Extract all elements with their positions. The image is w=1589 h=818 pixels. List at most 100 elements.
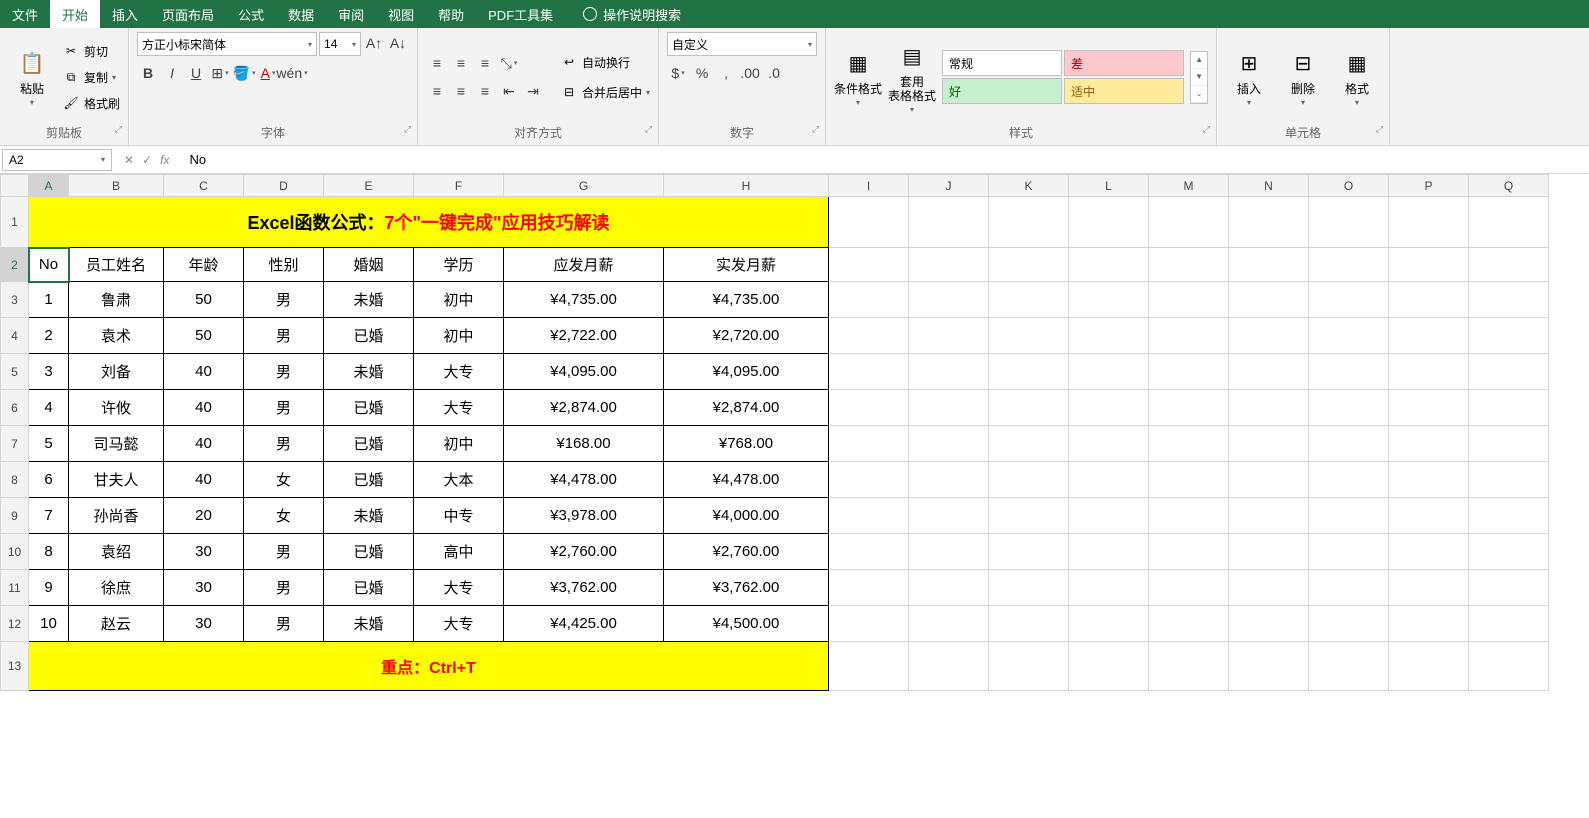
- cell-J7[interactable]: [909, 426, 989, 462]
- table-cell-r2-c3[interactable]: 男: [244, 318, 324, 354]
- table-cell-r1-c1[interactable]: 鲁肃: [69, 282, 164, 318]
- cell-K9[interactable]: [989, 498, 1069, 534]
- cell-O7[interactable]: [1309, 426, 1389, 462]
- table-header-4[interactable]: 婚姻: [324, 248, 414, 282]
- table-header-1[interactable]: 员工姓名: [69, 248, 164, 282]
- row-header-6[interactable]: 6: [1, 390, 29, 426]
- percent-format-icon[interactable]: %: [691, 62, 713, 84]
- style-good[interactable]: 好: [942, 78, 1062, 104]
- cell-N7[interactable]: [1229, 426, 1309, 462]
- table-cell-r3-c6[interactable]: ¥4,095.00: [504, 354, 664, 390]
- cell-N12[interactable]: [1229, 606, 1309, 642]
- table-cell-r8-c3[interactable]: 男: [244, 534, 324, 570]
- align-left-icon[interactable]: ≡: [426, 80, 448, 102]
- cell-P1[interactable]: [1389, 197, 1469, 248]
- table-cell-r5-c6[interactable]: ¥168.00: [504, 426, 664, 462]
- cell-I2[interactable]: [829, 248, 909, 282]
- cell-J13[interactable]: [909, 642, 989, 691]
- cell-L2[interactable]: [1069, 248, 1149, 282]
- table-cell-r8-c1[interactable]: 袁绍: [69, 534, 164, 570]
- table-cell-r5-c0[interactable]: 5: [29, 426, 69, 462]
- fx-icon[interactable]: fx: [160, 153, 169, 167]
- table-cell-r1-c5[interactable]: 初中: [414, 282, 504, 318]
- cell-O10[interactable]: [1309, 534, 1389, 570]
- cell-L4[interactable]: [1069, 318, 1149, 354]
- table-cell-r1-c0[interactable]: 1: [29, 282, 69, 318]
- cell-M7[interactable]: [1149, 426, 1229, 462]
- cell-L12[interactable]: [1069, 606, 1149, 642]
- table-cell-r7-c6[interactable]: ¥3,978.00: [504, 498, 664, 534]
- cell-Q11[interactable]: [1469, 570, 1549, 606]
- table-header-3[interactable]: 性别: [244, 248, 324, 282]
- row-header-7[interactable]: 7: [1, 426, 29, 462]
- cell-L9[interactable]: [1069, 498, 1149, 534]
- cell-O2[interactable]: [1309, 248, 1389, 282]
- cell-P2[interactable]: [1389, 248, 1469, 282]
- table-cell-r7-c7[interactable]: ¥4,000.00: [664, 498, 829, 534]
- cell-P12[interactable]: [1389, 606, 1469, 642]
- format-painter-button[interactable]: 🖌格式刷: [62, 91, 120, 115]
- phonetic-guide-button[interactable]: wén: [281, 62, 303, 84]
- cell-K13[interactable]: [989, 642, 1069, 691]
- menu-tab-layout[interactable]: 页面布局: [150, 0, 226, 28]
- cell-K5[interactable]: [989, 354, 1069, 390]
- align-bottom-icon[interactable]: ≡: [474, 52, 496, 74]
- cut-button[interactable]: ✂剪切: [62, 39, 120, 63]
- table-cell-r9-c0[interactable]: 9: [29, 570, 69, 606]
- align-center-icon[interactable]: ≡: [450, 80, 472, 102]
- cell-M9[interactable]: [1149, 498, 1229, 534]
- col-header-L[interactable]: L: [1069, 175, 1149, 197]
- cell-O1[interactable]: [1309, 197, 1389, 248]
- cell-M4[interactable]: [1149, 318, 1229, 354]
- menu-tab-home[interactable]: 开始: [50, 0, 100, 28]
- col-header-N[interactable]: N: [1229, 175, 1309, 197]
- table-cell-r2-c2[interactable]: 50: [164, 318, 244, 354]
- table-cell-r6-c4[interactable]: 已婚: [324, 462, 414, 498]
- cell-N2[interactable]: [1229, 248, 1309, 282]
- menu-tab-review[interactable]: 审阅: [326, 0, 376, 28]
- cell-P13[interactable]: [1389, 642, 1469, 691]
- cell-O11[interactable]: [1309, 570, 1389, 606]
- paste-button[interactable]: 📋 粘贴 ▾: [8, 37, 56, 117]
- table-cell-r5-c4[interactable]: 已婚: [324, 426, 414, 462]
- cell-K6[interactable]: [989, 390, 1069, 426]
- style-scroll-down[interactable]: ▼: [1191, 69, 1207, 86]
- cell-Q2[interactable]: [1469, 248, 1549, 282]
- cell-N1[interactable]: [1229, 197, 1309, 248]
- table-cell-r3-c0[interactable]: 3: [29, 354, 69, 390]
- increase-font-icon[interactable]: A↑: [363, 32, 385, 54]
- row-header-1[interactable]: 1: [1, 197, 29, 248]
- wrap-text-button[interactable]: ↩自动换行: [560, 50, 650, 74]
- table-cell-r4-c0[interactable]: 4: [29, 390, 69, 426]
- col-header-C[interactable]: C: [164, 175, 244, 197]
- menu-tab-help[interactable]: 帮助: [426, 0, 476, 28]
- underline-button[interactable]: U: [185, 62, 207, 84]
- cell-N6[interactable]: [1229, 390, 1309, 426]
- cell-J10[interactable]: [909, 534, 989, 570]
- row-header-13[interactable]: 13: [1, 642, 29, 691]
- row-header-3[interactable]: 3: [1, 282, 29, 318]
- col-header-A[interactable]: A: [29, 175, 69, 197]
- cell-I8[interactable]: [829, 462, 909, 498]
- cell-M2[interactable]: [1149, 248, 1229, 282]
- cell-L6[interactable]: [1069, 390, 1149, 426]
- cell-L7[interactable]: [1069, 426, 1149, 462]
- table-cell-r4-c3[interactable]: 男: [244, 390, 324, 426]
- cell-P8[interactable]: [1389, 462, 1469, 498]
- copy-button[interactable]: ⧉复制▾: [62, 65, 120, 89]
- cell-K10[interactable]: [989, 534, 1069, 570]
- table-cell-r2-c4[interactable]: 已婚: [324, 318, 414, 354]
- cell-J3[interactable]: [909, 282, 989, 318]
- font-name-select[interactable]: 方正小标宋简体▾: [137, 32, 317, 56]
- cell-P10[interactable]: [1389, 534, 1469, 570]
- table-cell-r9-c4[interactable]: 已婚: [324, 570, 414, 606]
- table-cell-r7-c4[interactable]: 未婚: [324, 498, 414, 534]
- table-cell-r5-c5[interactable]: 初中: [414, 426, 504, 462]
- table-cell-r4-c2[interactable]: 40: [164, 390, 244, 426]
- table-cell-r1-c3[interactable]: 男: [244, 282, 324, 318]
- cell-Q12[interactable]: [1469, 606, 1549, 642]
- table-title[interactable]: Excel函数公式：7个"一键完成"应用技巧解读: [29, 197, 829, 248]
- cell-L10[interactable]: [1069, 534, 1149, 570]
- cell-I9[interactable]: [829, 498, 909, 534]
- table-cell-r6-c0[interactable]: 6: [29, 462, 69, 498]
